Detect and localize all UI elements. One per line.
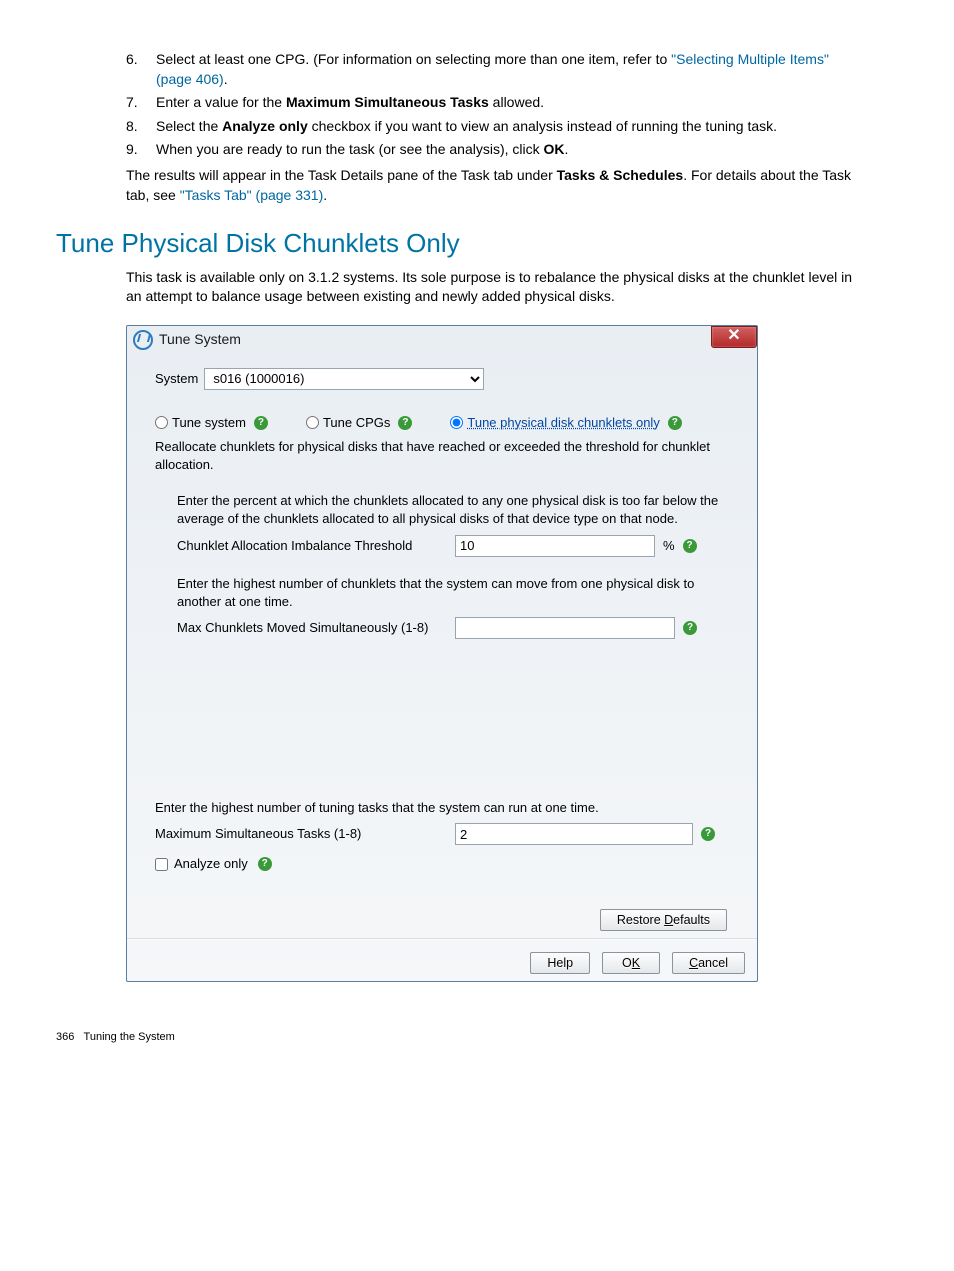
list-item: 8. Select the Analyze only checkbox if y… [126,117,866,137]
threshold-label: Chunklet Allocation Imbalance Threshold [177,537,455,555]
dialog-title: Tune System [159,330,241,350]
system-row: System s016 (1000016) [155,368,737,390]
maxchunk-label: Max Chunklets Moved Simultaneously (1-8) [177,619,455,637]
radio-input[interactable] [155,416,168,429]
list-item: 6. Select at least one CPG. (For informa… [126,50,866,89]
link-tasks-tab[interactable]: "Tasks Tab" (page 331) [180,187,324,203]
help-icon[interactable]: ? [701,827,715,841]
radio-input[interactable] [450,416,463,429]
step-text: Enter a value for the Maximum Simultaneo… [156,93,866,113]
help-icon[interactable]: ? [258,857,272,871]
ok-button[interactable]: OK [602,952,660,974]
dialog-body: System s016 (1000016) Tune system ? Tune… [127,354,757,982]
results-paragraph: The results will appear in the Task Deta… [126,166,866,205]
page-footer: 366 Tuning the System [56,1030,866,1045]
step-number: 9. [126,140,156,160]
dialog-titlebar: Tune System ✕ [127,326,757,354]
close-button[interactable]: ✕ [711,326,757,348]
step-number: 7. [126,93,156,113]
page-number: 366 [56,1031,74,1043]
threshold-unit: % [663,537,675,555]
restore-defaults-button[interactable]: Restore Defaults [600,909,727,931]
maxchunk-hint: Enter the highest number of chunklets th… [177,575,737,611]
list-item: 7. Enter a value for the Maximum Simulta… [126,93,866,113]
help-icon[interactable]: ? [398,416,412,430]
system-select[interactable]: s016 (1000016) [204,368,484,390]
intro-paragraph: This task is available only on 3.1.2 sys… [126,268,866,307]
analyze-only-row[interactable]: Analyze only ? [155,855,737,873]
radio-tune-pd-chunklets[interactable]: Tune physical disk chunklets only ? [450,414,681,432]
cancel-button[interactable]: Cancel [672,952,745,974]
tune-system-dialog: Tune System ✕ System s016 (1000016) Tune… [126,325,758,983]
step-number: 6. [126,50,156,89]
step-number: 8. [126,117,156,137]
help-icon[interactable]: ? [254,416,268,430]
analyze-only-checkbox[interactable] [155,858,168,871]
list-item: 9. When you are ready to run the task (o… [126,140,866,160]
analyze-only-label: Analyze only [174,855,248,873]
maxchunk-input[interactable] [455,617,675,639]
maxtasks-label: Maximum Simultaneous Tasks (1-8) [155,825,455,843]
system-label: System [155,370,198,388]
step-text: When you are ready to run the task (or s… [156,140,866,160]
section-title: Tune Physical Disk Chunklets Only [56,225,866,261]
help-icon[interactable]: ? [668,416,682,430]
hp-logo-icon [133,330,153,350]
help-icon[interactable]: ? [683,621,697,635]
step-text: Select the Analyze only checkbox if you … [156,117,866,137]
help-icon[interactable]: ? [683,539,697,553]
maxtasks-input[interactable] [455,823,693,845]
radio-input[interactable] [306,416,319,429]
threshold-block: Enter the percent at which the chunklets… [177,492,737,556]
step-text: Select at least one CPG. (For informatio… [156,50,866,89]
dialog-button-bar: Help OK Cancel [530,952,745,974]
threshold-input[interactable] [455,535,655,557]
mode-description: Reallocate chunklets for physical disks … [155,438,737,474]
tune-mode-radios: Tune system ? Tune CPGs ? Tune physical … [155,414,737,432]
radio-tune-cpgs[interactable]: Tune CPGs ? [306,414,412,432]
radio-tune-system[interactable]: Tune system ? [155,414,268,432]
bottom-group: Enter the highest number of tuning tasks… [155,799,737,931]
help-button[interactable]: Help [530,952,590,974]
threshold-hint: Enter the percent at which the chunklets… [177,492,737,528]
maxtasks-hint: Enter the highest number of tuning tasks… [155,799,737,817]
step-list: 6. Select at least one CPG. (For informa… [126,50,866,160]
chapter-title: Tuning the System [84,1031,175,1043]
maxchunk-block: Enter the highest number of chunklets th… [177,575,737,639]
